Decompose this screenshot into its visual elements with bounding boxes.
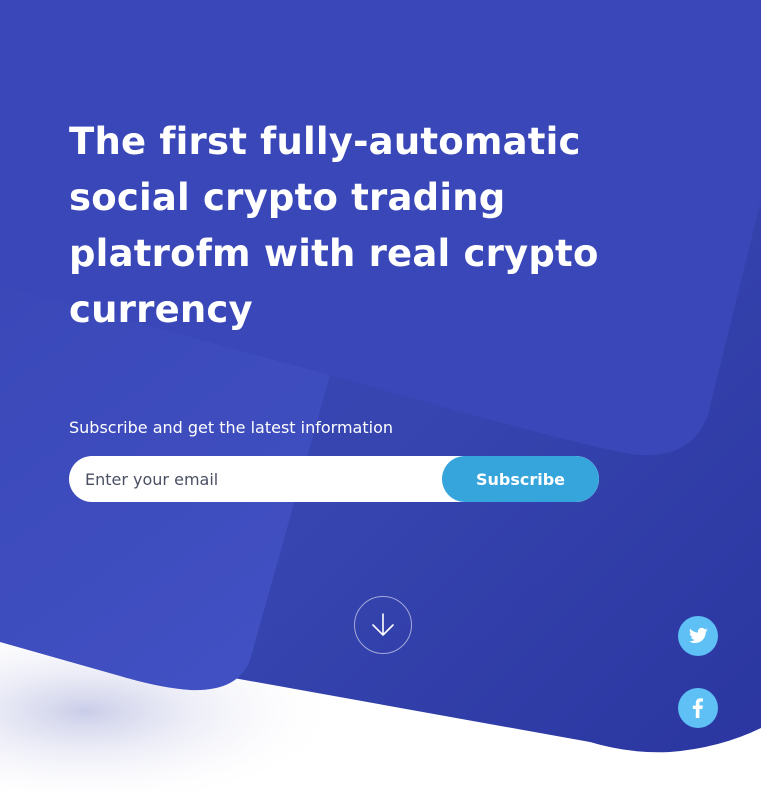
hero-section: The first fully-automatic social crypto … (0, 0, 761, 793)
facebook-link[interactable] (678, 688, 718, 728)
hero-title: The first fully-automatic social crypto … (69, 120, 599, 331)
twitter-icon (678, 616, 718, 656)
facebook-icon (678, 688, 718, 728)
email-input[interactable] (69, 456, 441, 502)
twitter-link[interactable] (678, 616, 718, 656)
subscribe-button[interactable]: Subscribe (442, 456, 599, 502)
scroll-down-button[interactable] (354, 596, 412, 654)
arrow-down-icon (372, 613, 394, 636)
subscribe-subtitle: Subscribe and get the latest information (69, 418, 393, 437)
subscribe-form: Subscribe (69, 456, 599, 502)
